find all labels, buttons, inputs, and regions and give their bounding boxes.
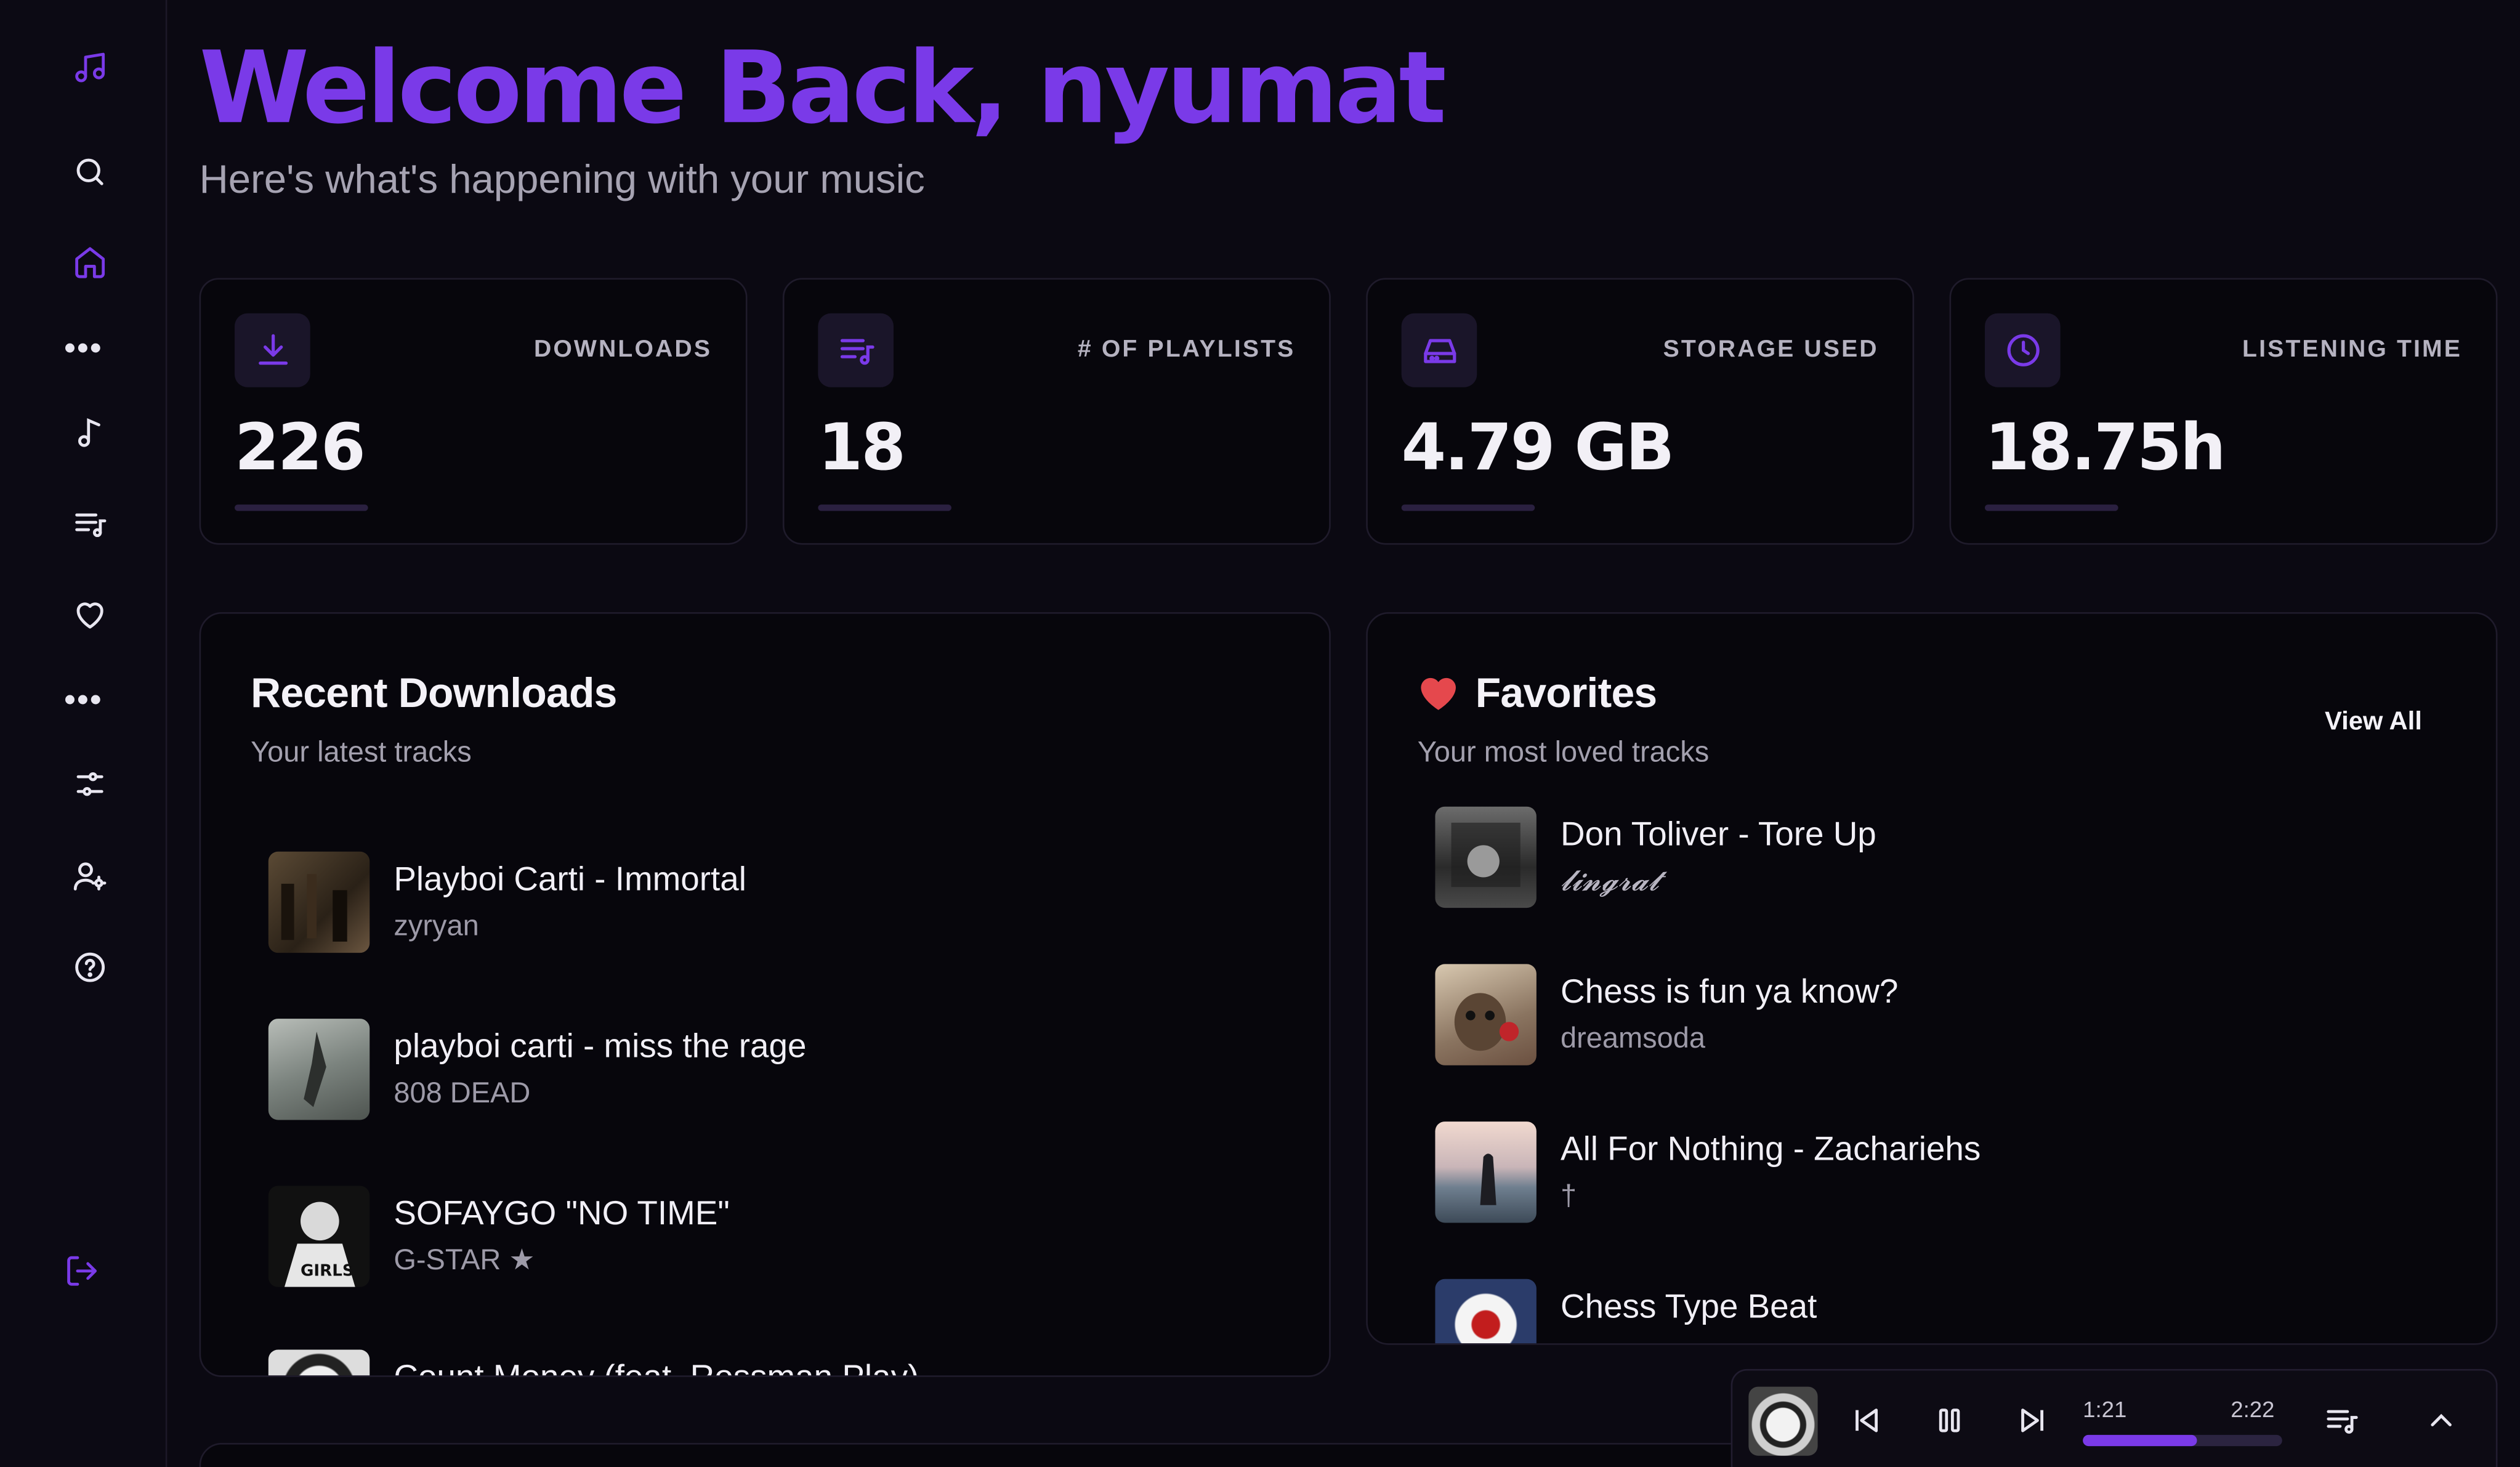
download-icon xyxy=(235,313,310,387)
panel-title: Favorites xyxy=(1475,668,1657,717)
sliders-icon[interactable] xyxy=(55,755,126,813)
album-art xyxy=(268,851,370,953)
favorites-panel: Favorites Your most loved tracks View Al… xyxy=(1366,612,2498,1345)
track-name: SOFAYGO "NO TIME" xyxy=(394,1195,730,1233)
pause-button[interactable] xyxy=(1929,1399,1971,1441)
logout-icon[interactable] xyxy=(47,1242,118,1300)
list-item[interactable]: Chess is fun ya know? dreamsoda xyxy=(1435,964,2399,1067)
album-art xyxy=(1435,1279,1537,1344)
album-art xyxy=(268,1349,370,1376)
track-name: Playboi Carti - Immortal xyxy=(394,861,746,899)
playlist-icon[interactable] xyxy=(55,495,126,553)
hard-drive-icon xyxy=(1401,313,1477,387)
queue-button[interactable] xyxy=(2320,1399,2362,1441)
track-artist: dreamsoda xyxy=(1561,1022,1706,1054)
track-name: Count Money (feat. Rossman Play) xyxy=(394,1359,919,1375)
next-button[interactable] xyxy=(2012,1399,2054,1441)
list-item[interactable]: Don Toliver - Tore Up 𝓵𝓲𝓷𝓰𝓻𝓪𝓽 xyxy=(1435,806,2399,910)
album-art xyxy=(268,1019,370,1120)
panel-subtitle: Your most loved tracks xyxy=(1417,735,1710,769)
progress-bar[interactable] xyxy=(2083,1434,2282,1447)
list-item[interactable]: GIRLS SOFAYGO "NO TIME" G-STAR ★ xyxy=(268,1186,1233,1288)
svg-text:GIRLS: GIRLS xyxy=(301,1262,354,1280)
track-name: All For Nothing - Zachariehs xyxy=(1561,1131,1981,1168)
track-name: Don Toliver - Tore Up xyxy=(1561,816,1876,854)
track-artist: G-STAR ★ xyxy=(394,1243,535,1276)
stat-value: 18 xyxy=(818,411,906,485)
album-art xyxy=(1435,806,1537,908)
clock-icon xyxy=(1984,313,2061,387)
list-item[interactable]: All For Nothing - Zachariehs † xyxy=(1435,1121,2399,1224)
search-icon[interactable] xyxy=(55,143,126,201)
stat-card-listening-time: LISTENING TIME 18.75h xyxy=(1949,278,2498,545)
track-name: Chess Type Beat xyxy=(1561,1288,1817,1326)
stat-value: 226 xyxy=(235,411,366,485)
stat-card-storage: STORAGE USED 4.79 GB xyxy=(1366,278,1915,545)
current-time: 1:21 xyxy=(2083,1396,2127,1422)
album-art xyxy=(1435,964,1537,1065)
heart-icon[interactable] xyxy=(55,585,126,643)
more-dots-icon: ••• xyxy=(64,331,103,366)
stat-label: LISTENING TIME xyxy=(2242,336,2463,363)
stat-card-playlists: # OF PLAYLISTS 18 xyxy=(782,278,1331,545)
list-item[interactable]: playboi carti - miss the rage 808 DEAD xyxy=(268,1019,1233,1121)
heart-icon xyxy=(1418,673,1460,712)
page-title: Welcome Back, nyumat xyxy=(199,28,1447,147)
track-artist: † xyxy=(1561,1179,1577,1212)
track-artist: 𝓵𝓲𝓷𝓰𝓻𝓪𝓽 xyxy=(1561,864,1660,899)
panel-title: Recent Downloads xyxy=(251,668,617,717)
stat-label: DOWNLOADS xyxy=(533,336,713,363)
track-artist: zyryan xyxy=(394,909,479,942)
list-item[interactable]: Playboi Carti - Immortal zyryan xyxy=(268,851,1233,955)
stat-value: 18.75h xyxy=(1984,411,2226,485)
track-name: Chess is fun ya know? xyxy=(1561,974,1899,1011)
panel-subtitle: Your latest tracks xyxy=(251,735,472,769)
list-item[interactable]: Count Money (feat. Rossman Play) xyxy=(268,1349,1233,1376)
view-all-button[interactable]: View All xyxy=(2325,709,2422,738)
user-settings-icon[interactable] xyxy=(55,847,126,905)
more-dots-icon: ••• xyxy=(64,682,103,719)
progress-fill xyxy=(2083,1434,2197,1447)
stat-bar xyxy=(1984,504,2118,511)
playlist-icon xyxy=(818,313,894,387)
music-logo-icon[interactable] xyxy=(55,39,126,97)
help-icon[interactable] xyxy=(55,939,126,996)
album-art: GIRLS xyxy=(268,1186,370,1287)
home-icon[interactable] xyxy=(55,233,126,291)
duration: 2:22 xyxy=(2231,1396,2275,1422)
stat-bar xyxy=(235,504,368,511)
stat-label: STORAGE USED xyxy=(1663,336,1879,363)
expand-button[interactable] xyxy=(2420,1399,2462,1441)
track-artist: 808 DEAD xyxy=(394,1077,531,1109)
recent-downloads-panel: Recent Downloads Your latest tracks Play… xyxy=(199,612,1331,1377)
now-playing-art[interactable] xyxy=(1748,1386,1818,1456)
list-item[interactable]: Chess Type Beat xyxy=(1435,1279,2399,1344)
previous-button[interactable] xyxy=(1845,1399,1887,1441)
stat-bar xyxy=(1401,504,1535,511)
mini-player: 1:21 2:22 xyxy=(1730,1368,2498,1467)
album-art xyxy=(1435,1121,1537,1223)
page-subtitle: Here's what's happening with your music xyxy=(199,157,925,203)
stat-bar xyxy=(818,504,951,511)
single-note-icon[interactable] xyxy=(55,403,126,461)
app-root: ••• ••• Welcome Back, nyumat Here's what… xyxy=(0,0,2520,1467)
stat-card-downloads: DOWNLOADS 226 xyxy=(199,278,748,545)
track-name: playboi carti - miss the rage xyxy=(394,1028,807,1065)
sidebar: ••• ••• xyxy=(0,0,168,1467)
stat-label: # OF PLAYLISTS xyxy=(1077,336,1296,363)
stat-value: 4.79 GB xyxy=(1401,411,1674,485)
